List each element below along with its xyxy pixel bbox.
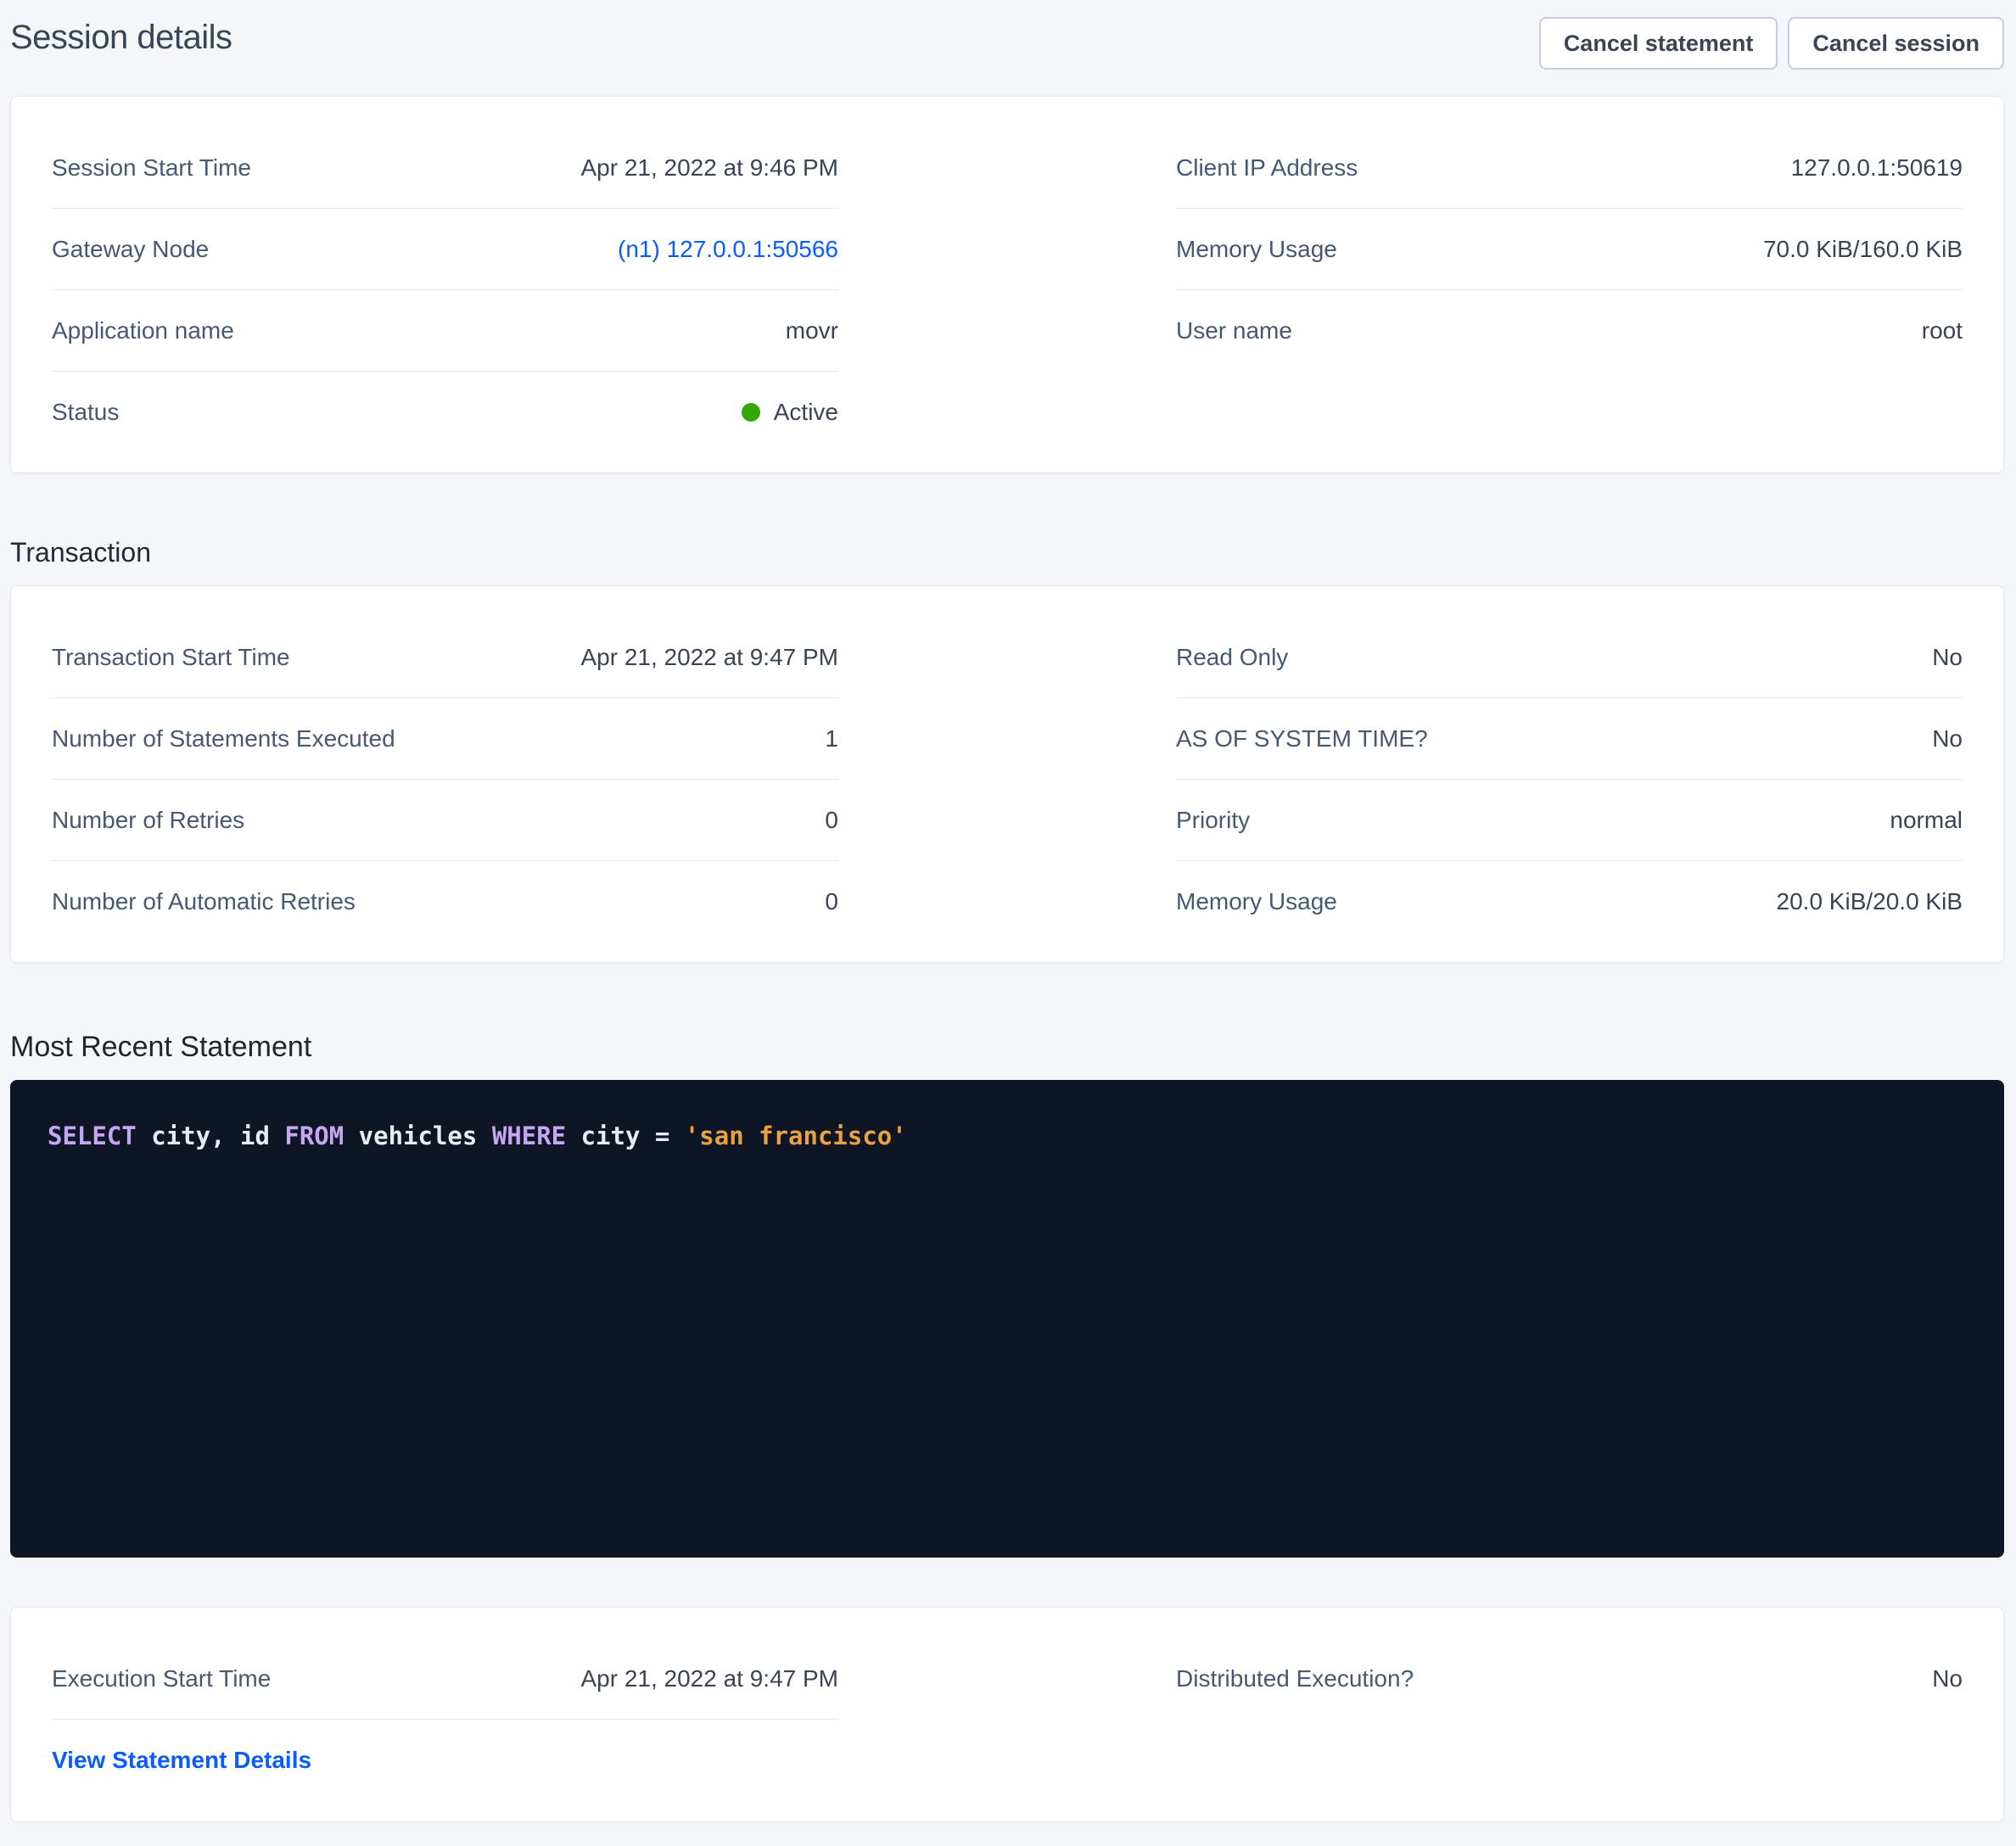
session-summary-right-column: Client IP Address 127.0.0.1:50619 Memory… [1176, 127, 1963, 453]
session-summary-card: Session Start Time Apr 21, 2022 at 9:46 … [10, 96, 2004, 473]
client-ip-value: 127.0.0.1:50619 [1791, 154, 1963, 182]
execution-start-time-value: Apr 21, 2022 at 9:47 PM [580, 1665, 838, 1692]
sql-token-condition: city = [566, 1122, 685, 1150]
application-name-label: Application name [52, 317, 234, 344]
sql-token-table: vehicles [344, 1122, 492, 1150]
session-start-time-label: Session Start Time [52, 154, 251, 182]
session-memory-usage-row: Memory Usage 70.0 KiB/160.0 KiB [1176, 209, 1963, 290]
read-only-label: Read Only [1176, 644, 1288, 671]
statements-executed-value: 1 [825, 725, 838, 752]
page-header: Session details Cancel statement Cancel … [10, 17, 2004, 70]
transaction-memory-usage-label: Memory Usage [1176, 888, 1337, 915]
number-of-retries-row: Number of Retries 0 [52, 780, 838, 861]
application-name-row: Application name movr [52, 290, 838, 372]
cancel-session-button[interactable]: Cancel session [1788, 17, 2004, 70]
status-active-dot-icon [742, 403, 760, 422]
session-start-time-row: Session Start Time Apr 21, 2022 at 9:46 … [52, 127, 838, 209]
status-text: Active [774, 399, 838, 426]
transaction-left-column: Transaction Start Time Apr 21, 2022 at 9… [52, 617, 838, 943]
session-summary-grid: Session Start Time Apr 21, 2022 at 9:46 … [52, 127, 1963, 453]
transaction-right-column: Read Only No AS OF SYSTEM TIME? No Prior… [1176, 617, 1963, 943]
transaction-start-time-value: Apr 21, 2022 at 9:47 PM [580, 644, 838, 671]
distributed-execution-row: Distributed Execution? No [1176, 1638, 1963, 1720]
as-of-system-time-row: AS OF SYSTEM TIME? No [1176, 698, 1963, 780]
sql-statement-line: SELECT city, id FROM vehicles WHERE city… [48, 1119, 1967, 1153]
most-recent-statement-heading: Most Recent Statement [10, 1029, 2004, 1065]
cancel-statement-button[interactable]: Cancel statement [1539, 17, 1778, 70]
user-name-row: User name root [1176, 290, 1963, 372]
automatic-retries-value: 0 [825, 888, 838, 915]
read-only-row: Read Only No [1176, 617, 1963, 698]
user-name-label: User name [1176, 317, 1292, 344]
execution-start-time-row: Execution Start Time Apr 21, 2022 at 9:4… [52, 1638, 838, 1720]
page-title: Session details [10, 17, 232, 57]
distributed-execution-value: No [1932, 1665, 1963, 1692]
transaction-memory-usage-row: Memory Usage 20.0 KiB/20.0 KiB [1176, 861, 1963, 943]
priority-label: Priority [1176, 807, 1250, 834]
number-of-retries-label: Number of Retries [52, 807, 244, 834]
status-label: Status [52, 399, 119, 426]
view-statement-details-link[interactable]: View Statement Details [52, 1747, 311, 1774]
transaction-start-time-label: Transaction Start Time [52, 644, 290, 671]
distributed-execution-label: Distributed Execution? [1176, 1665, 1414, 1692]
session-memory-usage-label: Memory Usage [1176, 236, 1337, 263]
execution-grid: Execution Start Time Apr 21, 2022 at 9:4… [52, 1638, 1963, 1801]
priority-value: normal [1890, 807, 1963, 834]
sql-token-where: WHERE [492, 1122, 566, 1150]
sql-token-from: FROM [284, 1122, 344, 1150]
sql-token-columns: city, id [137, 1122, 285, 1150]
session-details-page: Session details Cancel statement Cancel … [0, 0, 2016, 1846]
status-value: Active [742, 399, 838, 426]
statements-executed-row: Number of Statements Executed 1 [52, 698, 838, 780]
statements-executed-label: Number of Statements Executed [52, 725, 395, 752]
transaction-section-heading: Transaction [10, 534, 2004, 570]
sql-statement-code-block: SELECT city, id FROM vehicles WHERE city… [10, 1080, 2004, 1558]
client-ip-label: Client IP Address [1176, 154, 1358, 182]
header-actions: Cancel statement Cancel session [1539, 17, 2004, 70]
sql-token-string-literal: 'san francisco' [685, 1122, 907, 1150]
transaction-start-time-row: Transaction Start Time Apr 21, 2022 at 9… [52, 617, 838, 698]
as-of-system-time-value: No [1932, 725, 1963, 752]
execution-card: Execution Start Time Apr 21, 2022 at 9:4… [10, 1607, 2004, 1822]
transaction-card: Transaction Start Time Apr 21, 2022 at 9… [10, 585, 2004, 963]
execution-start-time-label: Execution Start Time [52, 1665, 271, 1692]
gateway-node-row: Gateway Node (n1) 127.0.0.1:50566 [52, 209, 838, 290]
view-statement-details-row: View Statement Details [52, 1720, 838, 1801]
number-of-retries-value: 0 [825, 807, 838, 834]
client-ip-row: Client IP Address 127.0.0.1:50619 [1176, 127, 1963, 209]
execution-right-column: Distributed Execution? No [1176, 1638, 1963, 1801]
session-memory-usage-value: 70.0 KiB/160.0 KiB [1763, 236, 1963, 263]
sql-token-select: SELECT [48, 1122, 137, 1150]
application-name-value: movr [786, 317, 838, 344]
gateway-node-link[interactable]: (n1) 127.0.0.1:50566 [618, 236, 838, 262]
gateway-node-label: Gateway Node [52, 236, 209, 263]
as-of-system-time-label: AS OF SYSTEM TIME? [1176, 725, 1428, 752]
user-name-value: root [1922, 317, 1963, 344]
status-row: Status Active [52, 372, 838, 453]
automatic-retries-row: Number of Automatic Retries 0 [52, 861, 838, 943]
read-only-value: No [1932, 644, 1963, 671]
execution-left-column: Execution Start Time Apr 21, 2022 at 9:4… [52, 1638, 838, 1801]
transaction-memory-usage-value: 20.0 KiB/20.0 KiB [1777, 888, 1963, 915]
transaction-grid: Transaction Start Time Apr 21, 2022 at 9… [52, 617, 1963, 943]
priority-row: Priority normal [1176, 780, 1963, 861]
session-summary-left-column: Session Start Time Apr 21, 2022 at 9:46 … [52, 127, 838, 453]
session-start-time-value: Apr 21, 2022 at 9:46 PM [580, 154, 838, 182]
automatic-retries-label: Number of Automatic Retries [52, 888, 356, 915]
